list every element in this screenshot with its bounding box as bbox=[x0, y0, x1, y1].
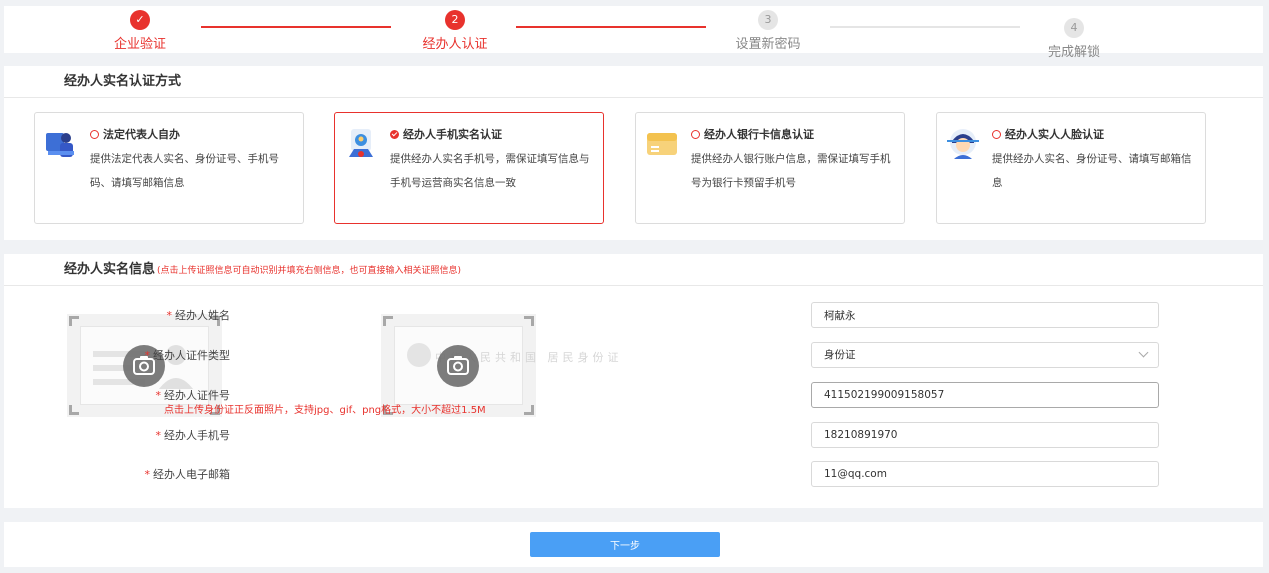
step-connector-3 bbox=[830, 26, 1020, 28]
method-desc: 提供经办人实名、身份证号、请填写邮箱信息 bbox=[992, 153, 1192, 189]
legal-rep-icon bbox=[46, 133, 74, 157]
method-title: 经办人手机实名认证 bbox=[390, 126, 502, 142]
step-number: 3 bbox=[758, 10, 778, 30]
radio-checked-icon[interactable] bbox=[390, 130, 399, 139]
auth-method-panel: 经办人实名认证方式 法定代表人自办 提供法定代表人实名、身份证号、手机号码、请填… bbox=[4, 66, 1263, 240]
check-icon: ✓ bbox=[130, 10, 150, 30]
step-connector-1 bbox=[201, 26, 391, 28]
step-number: 2 bbox=[445, 10, 465, 30]
method-card-bank[interactable]: 经办人银行卡信息认证 提供经办人银行账户信息，需保证填写手机号为银行卡预留手机号 bbox=[635, 112, 905, 224]
step-company-verify: ✓ 企业验证 bbox=[80, 10, 200, 52]
method-card-phone[interactable]: 经办人手机实名认证 提供经办人实名手机号，需保证填写信息与手机号运营商实名信息一… bbox=[334, 112, 604, 224]
step-set-password: 3 设置新密码 bbox=[708, 10, 828, 52]
step-label: 企业验证 bbox=[113, 37, 166, 52]
progress-stepper: ✓ 企业验证 2 经办人认证 3 设置新密码 4 完成解锁 bbox=[4, 6, 1263, 60]
next-step-button[interactable]: 下一步 bbox=[530, 532, 720, 557]
step-number: 4 bbox=[1064, 18, 1084, 38]
section-title: 经办人实名信息 (点击上传证照信息可自动识别并填充右侧信息，也可直接输入相关证照信… bbox=[4, 254, 1263, 286]
method-desc: 提供经办人银行账户信息，需保证填写手机号为银行卡预留手机号 bbox=[691, 153, 891, 189]
method-desc: 提供法定代表人实名、身份证号、手机号码、请填写邮箱信息 bbox=[90, 153, 279, 189]
step-label: 设置新密码 bbox=[735, 37, 801, 52]
email-label: * 经办人电子邮箱 bbox=[144, 468, 231, 481]
step-unlock-complete: 4 完成解锁 bbox=[1014, 10, 1134, 60]
step-agent-auth: 2 经办人认证 bbox=[395, 10, 515, 52]
name-input[interactable] bbox=[811, 302, 1159, 328]
method-title: 经办人银行卡信息认证 bbox=[691, 126, 814, 142]
id-type-select[interactable]: 身份证 bbox=[811, 342, 1159, 368]
name-label: * 经办人姓名 bbox=[166, 309, 231, 322]
bank-card-icon bbox=[647, 133, 677, 155]
email-input[interactable] bbox=[811, 461, 1159, 487]
method-desc: 提供经办人实名手机号，需保证填写信息与手机号运营商实名信息一致 bbox=[390, 153, 590, 189]
id-type-label: * 经办人证件类型 bbox=[144, 349, 231, 362]
section-title: 经办人实名认证方式 bbox=[4, 66, 1263, 98]
phone-input[interactable] bbox=[811, 422, 1159, 448]
phone-id-icon bbox=[349, 129, 373, 157]
method-title: 法定代表人自办 bbox=[90, 126, 180, 142]
phone-label: * 经办人手机号 bbox=[155, 429, 231, 442]
radio-icon[interactable] bbox=[691, 130, 700, 139]
radio-icon[interactable] bbox=[90, 130, 99, 139]
face-scan-icon bbox=[947, 129, 979, 159]
id-no-label: * 经办人证件号 bbox=[155, 389, 231, 402]
section-hint: (点击上传证照信息可自动识别并填充右侧信息，也可直接输入相关证照信息) bbox=[157, 266, 462, 276]
step-connector-2 bbox=[516, 26, 706, 28]
radio-icon[interactable] bbox=[992, 130, 1001, 139]
step-label: 经办人认证 bbox=[422, 37, 488, 52]
method-card-legal-rep[interactable]: 法定代表人自办 提供法定代表人实名、身份证号、手机号码、请填写邮箱信息 bbox=[34, 112, 304, 224]
step-label: 完成解锁 bbox=[1047, 45, 1100, 60]
id-number-input[interactable] bbox=[811, 382, 1159, 408]
method-card-face[interactable]: 经办人实人人脸认证 提供经办人实名、身份证号、请填写邮箱信息 bbox=[936, 112, 1206, 224]
real-name-info-panel: 经办人实名信息 (点击上传证照信息可自动识别并填充右侧信息，也可直接输入相关证照信… bbox=[4, 254, 1263, 508]
method-title: 经办人实人人脸认证 bbox=[992, 126, 1104, 142]
upload-tip: 点击上传身份证正反面照片，支持jpg、gif、png格式，大小不超过1.5M bbox=[164, 405, 486, 416]
camera-icon bbox=[437, 345, 479, 387]
